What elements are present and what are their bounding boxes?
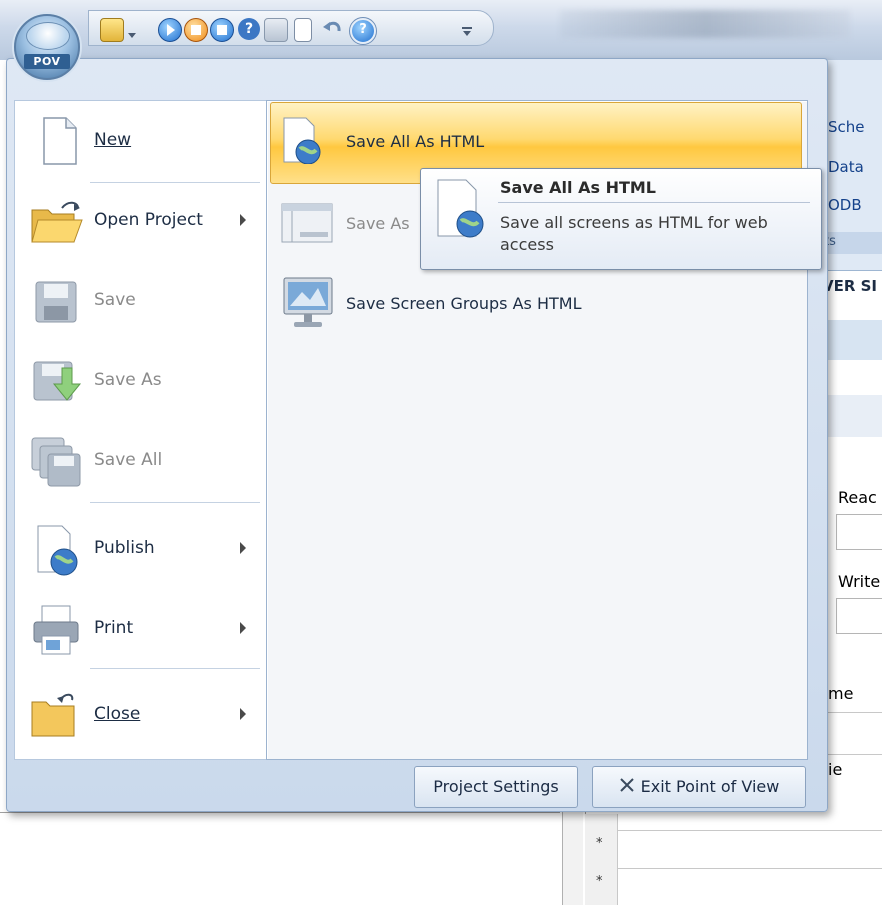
monitor-icon <box>280 276 336 332</box>
exit-label: Exit Point of View <box>640 777 780 796</box>
orb-label: POV <box>24 54 70 69</box>
open-folder-icon[interactable] <box>100 18 124 42</box>
menu-item-print[interactable]: Print <box>18 592 262 666</box>
tooltip-html-globe-icon <box>430 176 488 240</box>
background-ribbon <box>820 60 882 300</box>
tooltip-description: Save all screens as HTML for web access <box>500 213 768 254</box>
submenu-arrow-icon <box>240 708 246 720</box>
grid-column-header[interactable]: me <box>828 684 853 703</box>
table-row[interactable] <box>585 868 882 907</box>
new-row-marker: * <box>596 874 603 889</box>
document-header: VER SI <box>820 270 882 321</box>
close-icon <box>619 768 635 808</box>
menu-item-label: Save All <box>94 450 163 470</box>
open-folder-icon <box>28 194 84 248</box>
undo-icon[interactable] <box>322 18 344 40</box>
menu-item-label: Save As <box>94 370 162 390</box>
tooltip-title: Save All As HTML <box>500 178 656 197</box>
section-band <box>820 395 882 437</box>
save-all-icon <box>28 434 84 488</box>
write-field[interactable] <box>836 598 882 634</box>
submenu-item-label: Save As <box>346 214 410 233</box>
read-field[interactable] <box>836 514 882 550</box>
ribbon-data-item[interactable]: Data <box>828 158 864 176</box>
menu-item-label: Print <box>94 618 134 638</box>
grid-cell: ie <box>828 760 843 779</box>
ribbon-group-label-bar: ts <box>820 232 882 254</box>
html-globe-icon <box>280 116 324 165</box>
orb-globe-icon <box>26 22 70 50</box>
menu-item-save-as[interactable]: Save As <box>18 344 262 418</box>
close-folder-icon <box>28 688 84 742</box>
menu-item-label: Open Project <box>94 210 203 230</box>
menu-item-save-all[interactable]: Save All <box>18 424 262 498</box>
about-icon[interactable]: ? <box>349 17 377 45</box>
quick-access-toolbar <box>88 10 494 46</box>
submenu-item-label: Save Screen Groups As HTML <box>346 294 582 313</box>
printer-icon <box>28 602 84 656</box>
stop-run-icon[interactable] <box>210 18 234 42</box>
menu-item-new[interactable]: New <box>18 104 262 178</box>
window-title-blur <box>560 10 850 38</box>
menu-item-close[interactable]: Close <box>18 678 262 752</box>
new-row-marker: * <box>596 836 603 851</box>
publish-globe-icon <box>28 522 84 576</box>
dropdown-arrow-icon[interactable] <box>128 24 136 38</box>
section-band <box>820 320 882 360</box>
write-label: Write <box>838 572 881 591</box>
save-icon[interactable] <box>264 18 288 42</box>
save-as-icon <box>28 354 84 408</box>
project-settings-label: Project Settings <box>433 777 559 796</box>
menu-item-publish[interactable]: Publish <box>18 512 262 586</box>
customize-toolbar-icon[interactable] <box>462 22 472 36</box>
save-disk-icon <box>28 274 84 328</box>
menu-item-label: Save <box>94 290 136 310</box>
menu-item-save[interactable]: Save <box>18 264 262 338</box>
project-settings-button[interactable]: Project Settings <box>414 766 578 808</box>
document-title: VER SI <box>822 277 878 295</box>
tooltip-divider <box>498 202 810 203</box>
new-document-icon <box>28 114 84 168</box>
submenu-arrow-icon <box>240 622 246 634</box>
left-panel <box>0 812 560 906</box>
stop-icon[interactable] <box>184 18 208 42</box>
table-row[interactable] <box>585 830 882 869</box>
screen-layout-icon <box>280 200 336 248</box>
submenu-arrow-icon <box>240 214 246 226</box>
exit-button[interactable]: Exit Point of View <box>592 766 806 808</box>
menu-item-open-project[interactable]: Open Project <box>18 184 262 258</box>
submenu-arrow-icon <box>240 542 246 554</box>
help-icon[interactable]: ? <box>238 18 260 40</box>
new-page-icon[interactable] <box>294 18 312 42</box>
menu-item-label: New <box>94 130 132 150</box>
read-label: Reac <box>838 488 877 507</box>
run-icon[interactable] <box>158 18 182 42</box>
submenu-item-label: Save All As HTML <box>346 132 485 151</box>
ribbon-odbc-item[interactable]: ODB <box>828 196 862 214</box>
row-header-column <box>585 814 618 905</box>
ribbon-schedule-item[interactable]: Sche <box>828 118 865 136</box>
menu-item-label: Close <box>94 704 141 724</box>
panel-splitter[interactable] <box>562 812 583 905</box>
menu-item-label: Publish <box>94 538 155 558</box>
